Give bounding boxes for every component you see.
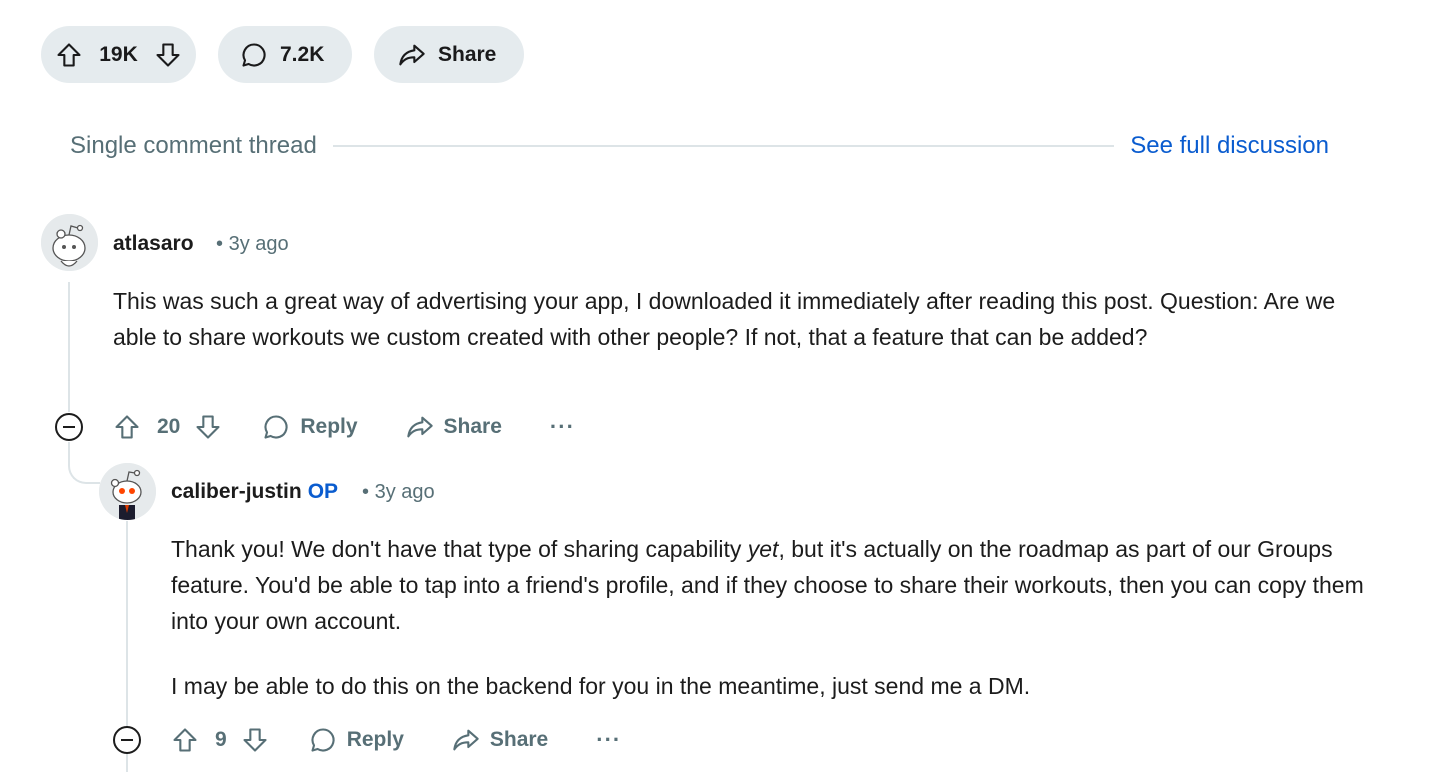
- avatar[interactable]: [99, 463, 156, 520]
- meta-separator: •: [216, 233, 224, 255]
- comment-author[interactable]: atlasaro: [113, 232, 194, 256]
- comment-action-row: 9 Reply Share ···: [171, 723, 621, 757]
- comment-author-name[interactable]: caliber-justin: [171, 480, 302, 503]
- avatar[interactable]: [41, 214, 98, 271]
- comment-time[interactable]: 3y ago: [229, 233, 289, 255]
- post-comment-count: 7.2K: [280, 42, 325, 66]
- share-icon: [406, 413, 434, 441]
- post-share-label: Share: [438, 42, 497, 66]
- thread-line-2-tail: [126, 754, 128, 772]
- see-full-discussion-link[interactable]: See full discussion: [1130, 132, 1329, 160]
- more-icon[interactable]: ···: [596, 727, 621, 753]
- share-label: Share: [443, 415, 502, 438]
- thread-label: Single comment thread: [70, 132, 317, 159]
- comment-time[interactable]: 3y ago: [375, 481, 435, 503]
- reply-button[interactable]: Reply: [309, 726, 404, 754]
- post-share-button[interactable]: Share: [374, 26, 524, 83]
- comment-icon: [262, 413, 290, 441]
- more-icon[interactable]: ···: [550, 414, 575, 440]
- post-action-bar: 19K 7.2K Share: [41, 26, 524, 83]
- collapse-button[interactable]: [113, 726, 141, 754]
- thread-line-2: [126, 521, 128, 726]
- collapse-button[interactable]: [55, 413, 83, 441]
- downvote-icon[interactable]: [194, 413, 222, 441]
- comment-paragraph: I may be able to do this on the backend …: [171, 673, 1031, 699]
- post-comments-button[interactable]: 7.2K: [218, 26, 352, 83]
- share-button[interactable]: Share: [406, 413, 502, 441]
- comment-emphasis: yet: [747, 536, 779, 562]
- share-icon: [398, 41, 426, 69]
- downvote-icon[interactable]: [241, 726, 269, 754]
- upvote-icon[interactable]: [55, 41, 83, 69]
- comment-text: Thank you! We don't have that type of sh…: [171, 536, 748, 562]
- comment-meta: • 3y ago: [216, 233, 289, 256]
- comment-vote-count: 9: [215, 728, 227, 751]
- thread-line-1: [68, 282, 70, 412]
- comment-icon: [309, 726, 337, 754]
- comment-paragraph: Thank you! We don't have that type of sh…: [171, 531, 1371, 639]
- comment-meta: • 3y ago: [362, 481, 435, 504]
- comment-body: Thank you! We don't have that type of sh…: [171, 531, 1371, 704]
- thread-elbow: [68, 442, 100, 484]
- comment-body: This was such a great way of advertising…: [113, 283, 1343, 355]
- comment-paragraph: This was such a great way of advertising…: [113, 288, 1336, 350]
- op-badge: OP: [307, 480, 339, 503]
- meta-separator: •: [362, 481, 370, 503]
- reply-label: Reply: [300, 415, 358, 438]
- reply-label: Reply: [346, 728, 404, 751]
- thread-header: Single comment thread See full discussio…: [70, 128, 1329, 164]
- comment-vote-count: 20: [157, 415, 181, 438]
- share-icon: [452, 726, 480, 754]
- thread-divider: [332, 145, 1115, 147]
- comment-icon: [240, 41, 268, 69]
- downvote-icon[interactable]: [154, 41, 182, 69]
- upvote-icon[interactable]: [171, 726, 199, 754]
- post-vote-pill: 19K: [41, 26, 196, 83]
- comment-action-row: 20 Reply Share ···: [113, 410, 575, 444]
- share-button[interactable]: Share: [452, 726, 548, 754]
- upvote-icon[interactable]: [113, 413, 141, 441]
- share-label: Share: [489, 728, 549, 751]
- collapse-icon: [63, 426, 75, 428]
- post-vote-count: 19K: [99, 42, 138, 66]
- reply-button[interactable]: Reply: [262, 413, 358, 441]
- comment-author[interactable]: caliber-justin OP: [171, 480, 338, 504]
- collapse-icon: [121, 739, 133, 741]
